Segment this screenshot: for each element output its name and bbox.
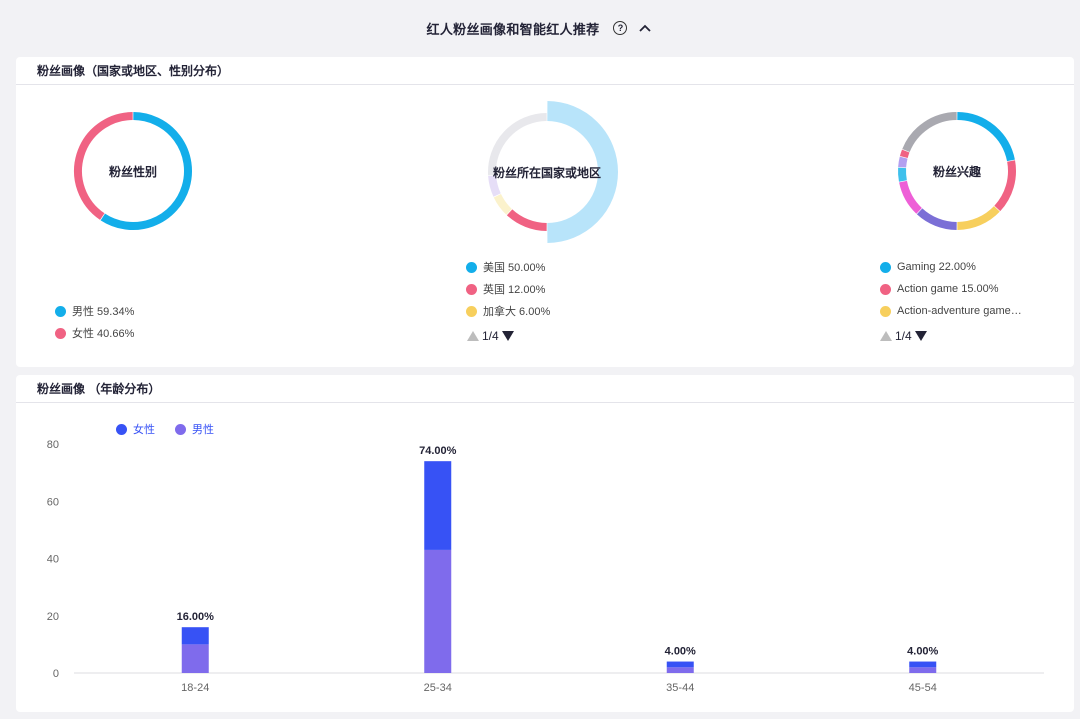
page-up-icon[interactable]: [880, 331, 892, 341]
x-tick-label: 45-54: [909, 682, 937, 694]
gender-legend: 男性 59.34% 女性 40.66%: [55, 300, 134, 344]
legend-label: Gaming 22.00%: [897, 261, 976, 273]
help-icon[interactable]: ?: [613, 21, 628, 35]
y-tick-label: 60: [47, 496, 59, 508]
legend-item[interactable]: Action-adventure game…: [880, 300, 1040, 322]
bar-segment[interactable]: [909, 667, 937, 673]
country-pager: 1/4: [467, 329, 514, 343]
bar-segment[interactable]: [181, 627, 209, 645]
bar-segment[interactable]: [424, 549, 452, 673]
y-tick-label: 0: [53, 668, 59, 680]
legend-dot: [466, 283, 477, 295]
bar-segment[interactable]: [909, 661, 937, 668]
x-tick-label: 25-34: [424, 682, 452, 694]
legend-label: 英国 12.00%: [483, 284, 546, 296]
legend-item[interactable]: 美国 50.00%: [466, 256, 550, 278]
interest-pager: 1/4: [880, 329, 927, 343]
geo-card-title: 粉丝画像（国家或地区、性别分布）: [16, 57, 1074, 85]
page-up-icon[interactable]: [467, 331, 479, 341]
bar-segment[interactable]: [424, 461, 452, 550]
y-tick-label: 80: [47, 439, 59, 451]
bar-segment[interactable]: [666, 667, 694, 673]
bar-total-label: 74.00%: [419, 445, 457, 457]
y-tick-label: 20: [47, 611, 59, 623]
legend-label: 美国 50.00%: [483, 262, 546, 274]
legend-label: 男性 59.34%: [72, 306, 135, 318]
bar-total-label: 4.00%: [907, 646, 938, 658]
legend-item[interactable]: Action game 15.00%: [880, 278, 1040, 300]
legend-dot: [466, 305, 477, 317]
legend-label: Action-adventure game…: [897, 305, 1022, 317]
section-title: 红人粉丝画像和智能红人推荐: [426, 21, 600, 37]
geo-gender-card: 粉丝画像（国家或地区、性别分布） 粉丝性别 男性 59.34% 女性 40.66…: [16, 57, 1074, 367]
legend-label: 加拿大 6.00%: [483, 306, 551, 318]
legend-item[interactable]: 加拿大 6.00%: [466, 300, 550, 322]
legend-item[interactable]: 男性 59.34%: [55, 300, 134, 322]
gender-donut[interactable]: 粉丝性别: [69, 107, 197, 235]
legend-dot: [880, 261, 891, 273]
interest-page-indicator: 1/4: [895, 329, 912, 343]
country-donut-label: 粉丝所在国家或地区: [492, 165, 601, 180]
legend-dot: [880, 283, 891, 295]
legend-label: 女性 40.66%: [72, 328, 135, 340]
interest-legend: Gaming 22.00% Action game 15.00% Action-…: [880, 256, 1040, 322]
section-header: 红人粉丝画像和智能红人推荐 ?: [0, 0, 1080, 56]
legend-dot: [55, 305, 66, 317]
interest-donut[interactable]: 粉丝兴趣: [893, 107, 1021, 235]
legend-dot: [466, 261, 477, 273]
x-tick-label: 35-44: [666, 682, 694, 694]
legend-label: Action game 15.00%: [897, 283, 999, 295]
bar-total-label: 4.00%: [665, 646, 696, 658]
legend-dot: [55, 327, 66, 339]
legend-dot: [880, 305, 891, 317]
page-down-icon[interactable]: [914, 331, 927, 341]
chevron-up-icon[interactable]: [637, 20, 653, 36]
gender-donut-label: 粉丝性别: [108, 164, 157, 179]
country-page-indicator: 1/4: [482, 329, 499, 343]
y-tick-label: 40: [47, 554, 59, 566]
interest-donut-label: 粉丝兴趣: [932, 164, 981, 179]
country-legend: 美国 50.00% 英国 12.00% 加拿大 6.00%: [466, 256, 550, 322]
age-card: 粉丝画像 （年龄分布） 女性 男性 0 20 40 60 80 16.00% 18-24 74…: [16, 375, 1074, 712]
legend-item[interactable]: 女性 40.66%: [55, 322, 134, 344]
legend-item[interactable]: Gaming 22.00%: [880, 256, 1040, 278]
page-down-icon[interactable]: [501, 331, 514, 341]
legend-item[interactable]: 英国 12.00%: [466, 278, 550, 300]
bar-segment[interactable]: [181, 644, 209, 673]
age-bar-chart: 0 20 40 60 80 16.00% 18-24 74.00% 25-34 4.00% 35-4…: [47, 439, 1044, 694]
country-donut[interactable]: 粉丝所在国家或地区: [472, 97, 622, 247]
bar-total-label: 16.00%: [177, 611, 215, 623]
x-tick-label: 18-24: [181, 682, 209, 694]
bar-segment[interactable]: [666, 661, 694, 668]
